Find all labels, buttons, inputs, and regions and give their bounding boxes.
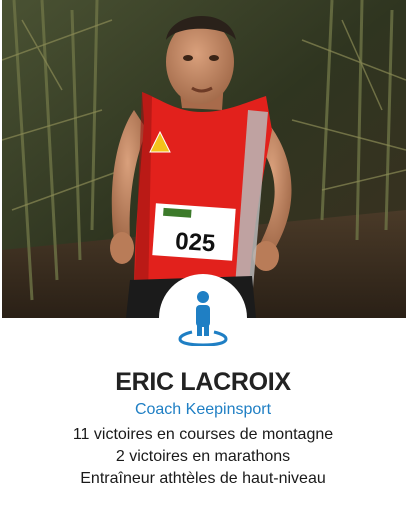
achievements-list: 11 victoires en courses de montagne 2 vi… bbox=[0, 424, 406, 490]
achievement-item: 11 victoires en courses de montagne bbox=[72, 426, 334, 443]
coach-role: Coach Keepinsport bbox=[134, 401, 272, 418]
coach-photo: 025 bbox=[2, 0, 406, 318]
bib-number: 025 bbox=[174, 228, 216, 258]
person-location-badge bbox=[159, 274, 247, 362]
achievement-item: 2 victoires en marathons bbox=[115, 448, 291, 465]
coach-card: 025 ERIC LACROIX Coach Keepinsport 11 vi… bbox=[0, 0, 406, 518]
person-location-icon bbox=[178, 291, 228, 346]
coach-name: ERIC LACROIX bbox=[115, 368, 291, 396]
achievement-item: Entraîneur athtèles de haut-niveau bbox=[80, 470, 326, 487]
